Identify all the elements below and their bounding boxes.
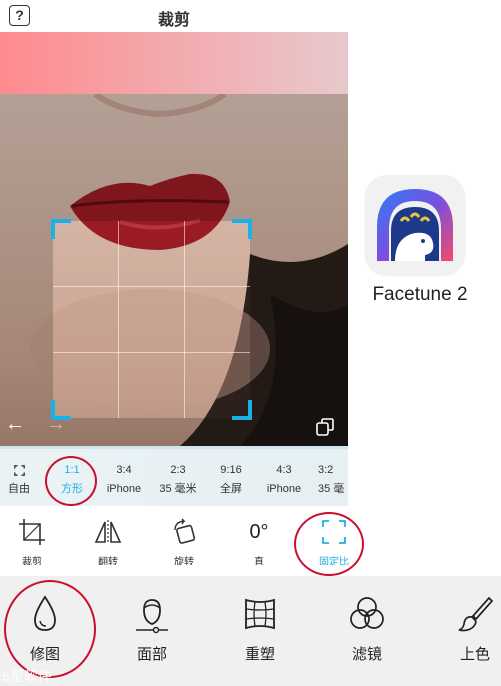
undo-arrow-icon[interactable]: ←: [5, 414, 25, 434]
tab-label: 滤镜: [351, 646, 382, 663]
app-name: Facetune 2: [372, 284, 468, 305]
ratio-4-3[interactable]: 4:3 iPhone: [258, 463, 310, 496]
filters-icon: [350, 597, 384, 629]
annotation-circle-ratio: [45, 456, 97, 506]
face-icon: [136, 599, 168, 634]
facetune-app-icon[interactable]: [365, 175, 465, 275]
facetune-logo-icon: [377, 189, 453, 261]
flip-icon: [94, 520, 122, 544]
ratio-label: 35 毫: [318, 483, 345, 495]
tool-straighten[interactable]: 0° 直: [234, 518, 284, 565]
tab-filters[interactable]: 滤镜: [332, 594, 402, 664]
redo-arrow-icon[interactable]: →: [46, 414, 66, 434]
photo-canvas[interactable]: [0, 94, 348, 446]
ratio-label: 35 毫米: [159, 483, 197, 495]
tab-label: 重塑: [244, 646, 275, 663]
ratio-label: iPhone: [106, 483, 142, 495]
ratio-3-4[interactable]: 3:4 iPhone: [98, 463, 150, 496]
ratio-label: iPhone: [266, 483, 302, 495]
paint-brush-icon: [458, 596, 494, 632]
tool-label: 旋转: [174, 557, 194, 565]
crop-frame[interactable]: [51, 219, 252, 420]
ratio-value: 3:4: [116, 464, 132, 476]
tab-label: 面部: [136, 646, 167, 663]
grid-line: [118, 221, 119, 418]
top-bar: ? 裁剪: [0, 0, 348, 32]
tab-paint[interactable]: 上色: [440, 594, 501, 664]
tool-label: 翻转: [98, 557, 118, 565]
ratio-free[interactable]: 自由: [0, 463, 45, 496]
crop-handle-bottom-right[interactable]: [232, 400, 252, 420]
ratio-value: 2:3: [170, 464, 186, 476]
tab-label: 上色: [459, 646, 490, 663]
ratio-label: 自由: [8, 483, 30, 495]
watermark: 5星软件: [2, 668, 52, 684]
free-crop-icon: [13, 464, 25, 476]
tab-face[interactable]: 面部: [117, 594, 187, 664]
tab-reshape[interactable]: 重塑: [225, 594, 295, 664]
annotation-circle-retouch: [4, 580, 96, 678]
straighten-value: 0°: [249, 521, 269, 543]
nose-shadow: [93, 94, 227, 118]
tool-rotate[interactable]: 旋转: [159, 518, 209, 565]
tool-flip[interactable]: 翻转: [83, 518, 133, 565]
ratio-2-3[interactable]: 2:3 35 毫米: [152, 463, 204, 496]
crop-handle-top-right[interactable]: [232, 219, 252, 239]
ratio-3-2[interactable]: 3:2 35 毫: [311, 463, 348, 496]
grid-line: [53, 352, 250, 353]
ratio-value: 9:16: [220, 464, 242, 476]
tool-crop[interactable]: 裁剪: [7, 518, 57, 565]
pink-banner: [0, 32, 348, 94]
crop-handle-top-left[interactable]: [51, 219, 71, 239]
rotate-icon: [174, 518, 196, 544]
grid-line: [184, 221, 185, 418]
compare-icon[interactable]: [316, 418, 334, 436]
tool-label: 裁剪: [22, 557, 42, 565]
ratio-label: 全屏: [220, 483, 242, 495]
crop-icon: [19, 519, 45, 545]
ratio-value: 4:3: [276, 464, 292, 476]
reshape-grid-icon: [245, 598, 275, 630]
page-title: 裁剪: [157, 12, 190, 29]
ratio-9-16[interactable]: 9:16 全屏: [205, 463, 257, 496]
tool-label: 直: [254, 557, 264, 565]
annotation-circle-fixed-ratio: [294, 512, 364, 576]
grid-line: [53, 286, 250, 287]
ratio-value: 3:2: [318, 464, 334, 476]
